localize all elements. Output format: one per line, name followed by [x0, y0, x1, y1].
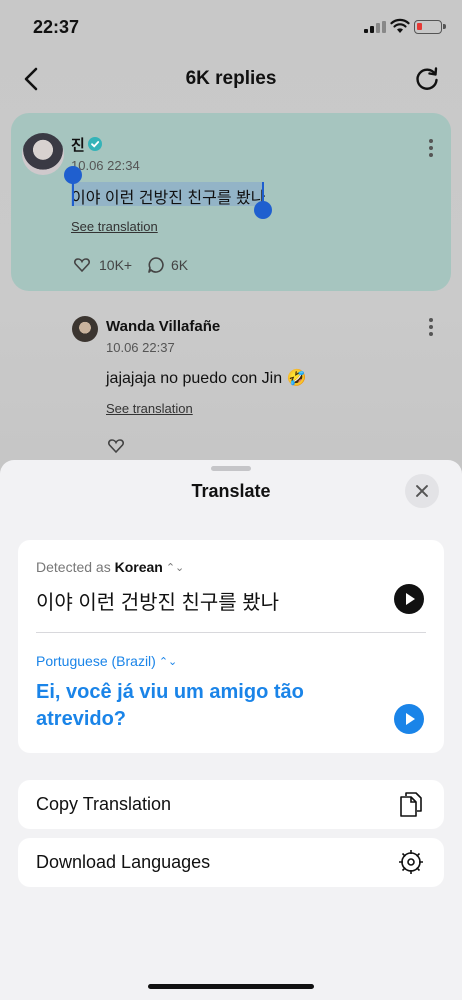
status-bar: 22:37	[0, 0, 462, 56]
target-language: Portuguese (Brazil)	[36, 653, 156, 669]
source-text: 이야 이런 건방진 친구를 봤나	[36, 592, 280, 614]
reply-more-options-icon[interactable]	[429, 318, 433, 339]
detected-language[interactable]: Detected as Korean ⌃⌄	[36, 559, 184, 575]
detected-prefix: Detected as	[36, 559, 111, 575]
divider	[36, 632, 426, 633]
likes-count: 10K+	[99, 257, 133, 273]
post-author[interactable]: 진	[71, 134, 85, 155]
reply-see-translation-link[interactable]: See translation	[106, 401, 193, 416]
avatar[interactable]	[22, 133, 64, 175]
target-language-selector[interactable]: Portuguese (Brazil) ⌃⌄	[36, 653, 177, 669]
translation-card: Detected as Korean ⌃⌄ 이야 이런 건방진 친구를 봤나 Po…	[18, 540, 444, 753]
selection-handle-start[interactable]	[64, 166, 82, 184]
reply-timestamp: 10.06 22:37	[106, 340, 175, 355]
heart-reaction-icon[interactable]	[72, 255, 92, 275]
copy-translation-button[interactable]: Copy Translation	[18, 780, 444, 829]
status-time: 22:37	[33, 17, 80, 37]
page-title: 6K replies	[185, 68, 277, 89]
see-translation-link[interactable]: See translation	[71, 219, 158, 234]
translated-text: Ei, você já viu um amigo tão atrevido?	[36, 681, 304, 730]
replies-count: 6K	[171, 257, 189, 273]
play-source-icon[interactable]	[394, 584, 424, 614]
verified-badge-icon	[88, 137, 102, 151]
close-button[interactable]	[405, 474, 439, 508]
source-language: Korean	[114, 559, 163, 575]
cellular-signal-icon	[364, 21, 386, 33]
wifi-icon	[390, 18, 410, 33]
nav-bar: 6K replies	[0, 60, 462, 100]
refresh-icon[interactable]	[413, 65, 441, 93]
battery-icon	[414, 20, 446, 34]
chevron-updown-icon: ⌃⌄	[165, 562, 185, 574]
comment-icon[interactable]	[146, 255, 166, 275]
reply-author[interactable]: Wanda Villafañe	[106, 318, 220, 335]
post-text[interactable]: 이야 이런 건방진 친구를 봤나	[71, 184, 265, 208]
reply-text[interactable]: jajajaja no puedo con Jin 🤣	[106, 368, 307, 388]
download-languages-button[interactable]: Download Languages	[18, 838, 444, 887]
sheet-grabber[interactable]	[211, 466, 251, 471]
reply-avatar[interactable]	[72, 316, 98, 342]
copy-translation-label: Copy Translation	[36, 794, 172, 814]
selection-handle-end[interactable]	[254, 201, 272, 219]
play-translation-icon[interactable]	[394, 704, 424, 734]
chevron-updown-icon: ⌃⌄	[158, 656, 178, 668]
sheet-title: Translate	[191, 481, 271, 501]
reply-heart-icon[interactable]	[106, 436, 126, 456]
more-options-icon[interactable]	[429, 139, 433, 160]
copy-icon	[400, 792, 422, 817]
download-languages-label: Download Languages	[36, 852, 211, 872]
translate-sheet: Translate Detected as Korean ⌃⌄ 이야 이런 건방진…	[0, 460, 462, 1000]
gear-icon	[399, 850, 423, 874]
home-indicator[interactable]	[148, 984, 314, 989]
